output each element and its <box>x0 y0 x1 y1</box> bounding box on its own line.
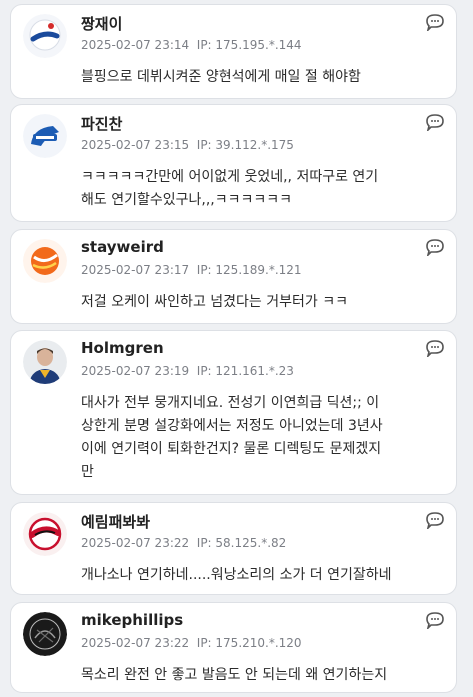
comment-line: 상한게 분명 설강화에서는 저정도 아니었는데 3년사 <box>81 418 383 434</box>
comment-body: ㅋㅋㅋㅋㅋ간만에 어이없게 웃었네,, 저따구로 연기 해도 연기할수있구나,,… <box>81 166 444 212</box>
lions-logo-icon[interactable] <box>23 114 67 158</box>
comment-line: 해도 연기할수있구나,,,ㅋㅋㅋㅋㅋㅋ <box>81 192 292 208</box>
comment-ip: IP: 125.189.*.121 <box>196 263 302 277</box>
reply-icon[interactable] <box>425 113 445 131</box>
comment-line: 저걸 오케이 싸인하고 넘겼다는 거부터가 ㅋㅋ <box>81 294 348 310</box>
author-name[interactable]: mikephillips <box>81 611 183 629</box>
comment-line: ㅋㅋㅋㅋㅋ간만에 어이없게 웃었네,, 저따구로 연기 <box>81 169 379 185</box>
comment-card: Holmgren 2025-02-07 23:19 IP: 121.161.*.… <box>10 330 457 495</box>
reply-icon[interactable] <box>425 339 445 357</box>
author-name[interactable]: 파진찬 <box>81 113 122 134</box>
comment-body: 개나소나 연기하네.....워낭소리의 소가 더 연기잘하네 <box>81 564 444 587</box>
orange-ball-icon[interactable] <box>23 239 67 283</box>
comment-line: 개나소나 연기하네.....워낭소리의 소가 더 연기잘하네 <box>81 567 392 583</box>
author-name[interactable]: 예림패봐봐 <box>81 511 150 532</box>
comment-meta: 2025-02-07 23:14 IP: 175.195.*.144 <box>81 38 302 52</box>
comment-ip: IP: 175.210.*.120 <box>196 636 302 650</box>
reply-icon[interactable] <box>425 611 445 629</box>
comment-meta: 2025-02-07 23:17 IP: 125.189.*.121 <box>81 263 302 277</box>
tigers-logo-icon[interactable] <box>23 512 67 556</box>
comment-line: 목소리 완전 안 좋고 발음도 안 되는데 왜 연기하는지 <box>81 667 388 683</box>
author-name[interactable]: 짱재이 <box>81 13 122 34</box>
comment-ip: IP: 39.112.*.175 <box>196 138 294 152</box>
comment-ip: IP: 175.195.*.144 <box>196 38 302 52</box>
comment-meta: 2025-02-07 23:22 IP: 175.210.*.120 <box>81 636 302 650</box>
reply-icon[interactable] <box>425 238 445 256</box>
comment-body: 저걸 오케이 싸인하고 넘겼다는 거부터가 ㅋㅋ <box>81 291 444 314</box>
comment-meta: 2025-02-07 23:19 IP: 121.161.*.23 <box>81 364 294 378</box>
comment-meta: 2025-02-07 23:15 IP: 39.112.*.175 <box>81 138 294 152</box>
author-name[interactable]: stayweird <box>81 238 164 256</box>
player-photo-icon[interactable] <box>23 340 67 384</box>
comment-body: 목소리 완전 안 좋고 발음도 안 되는데 왜 연기하는지 <box>81 664 444 687</box>
comment-date: 2025-02-07 23:15 <box>81 138 190 152</box>
comment-card: stayweird 2025-02-07 23:17 IP: 125.189.*… <box>10 229 457 324</box>
reply-icon[interactable] <box>425 511 445 529</box>
comment-body: 대사가 전부 뭉개지네요. 전성기 이연희급 딕션;; 이 상한게 분명 설강화… <box>81 392 444 484</box>
comment-date: 2025-02-07 23:22 <box>81 536 190 550</box>
comment-line: 대사가 전부 뭉개지네요. 전성기 이연희급 딕션;; 이 <box>81 395 380 411</box>
comment-card: 예림패봐봐 2025-02-07 23:22 IP: 58.125.*.82 개… <box>10 502 457 595</box>
comment-card: mikephillips 2025-02-07 23:22 IP: 175.21… <box>10 602 457 693</box>
comment-body: 블핑으로 데뷔시켜준 양현석에게 매일 절 해야함 <box>81 66 444 89</box>
comment-line: 이에 연기력이 퇴화한건지? 물론 디렉팅도 문제겠지 <box>81 441 382 457</box>
dodgers-logo-icon[interactable] <box>23 14 67 58</box>
comment-line: 블핑으로 데뷔시켜준 양현석에게 매일 절 해야함 <box>81 69 361 85</box>
comment-card: 파진찬 2025-02-07 23:15 IP: 39.112.*.175 ㅋㅋ… <box>10 104 457 222</box>
comment-ip: IP: 58.125.*.82 <box>196 536 287 550</box>
author-name[interactable]: Holmgren <box>81 339 164 357</box>
comment-meta: 2025-02-07 23:22 IP: 58.125.*.82 <box>81 536 286 550</box>
comment-date: 2025-02-07 23:14 <box>81 38 190 52</box>
comment-ip: IP: 121.161.*.23 <box>196 364 294 378</box>
dark-emblem-icon[interactable] <box>23 612 67 656</box>
comment-date: 2025-02-07 23:17 <box>81 263 190 277</box>
comment-date: 2025-02-07 23:19 <box>81 364 190 378</box>
comment-line: 만 <box>81 464 94 480</box>
reply-icon[interactable] <box>425 13 445 31</box>
comment-date: 2025-02-07 23:22 <box>81 636 190 650</box>
comment-card: 짱재이 2025-02-07 23:14 IP: 175.195.*.144 블… <box>10 4 457 99</box>
